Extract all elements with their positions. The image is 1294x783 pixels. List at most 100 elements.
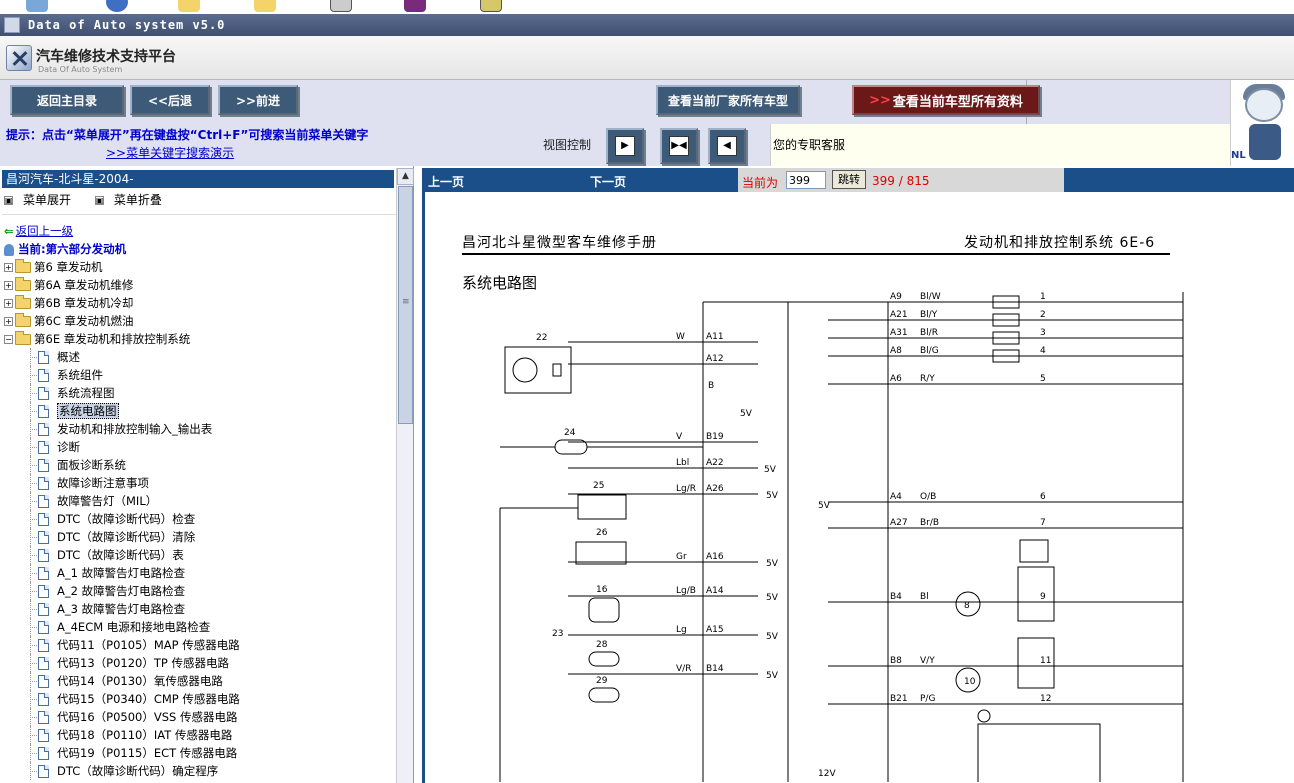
minus-icon[interactable]: − xyxy=(4,335,13,344)
menu-item[interactable]: 代码19（P0115）ECT 传感器电路 xyxy=(4,744,396,762)
menu-item[interactable]: 代码18（P0110）IAT 传感器电路 xyxy=(4,726,396,744)
calculator-icon[interactable] xyxy=(480,0,502,12)
chapter-label[interactable]: 第6A 章发动机维修 xyxy=(34,278,133,292)
component-number: 5 xyxy=(1040,374,1046,384)
back-up-link[interactable]: 返回上一级 xyxy=(16,224,74,238)
menu-item-label[interactable]: A_2 故障警告灯电路检查 xyxy=(57,584,185,598)
menu-item[interactable]: 面板诊断系统 xyxy=(4,456,396,474)
plus-icon[interactable]: + xyxy=(4,281,13,290)
menu-item[interactable]: 代码13（P0120）TP 传感器电路 xyxy=(4,654,396,672)
document-icon xyxy=(38,531,49,544)
menu-item-label[interactable]: A_1 故障警告灯电路检查 xyxy=(57,566,185,580)
chapter-row[interactable]: + 第6A 章发动机维修 xyxy=(4,276,396,294)
chapter-label[interactable]: 第6C 章发动机燃油 xyxy=(34,314,134,328)
chapter-label[interactable]: 第6B 章发动机冷却 xyxy=(34,296,133,310)
back-up-row[interactable]: ⇐ 返回上一级 xyxy=(4,222,396,240)
menu-item-label[interactable]: 代码14（P0130）氧传感器电路 xyxy=(57,674,223,688)
chapter-row[interactable]: − 第6E 章发动机和排放控制系统 xyxy=(4,330,396,348)
menu-item-label[interactable]: DTC（故障诊断代码）表 xyxy=(57,548,184,562)
forward-button[interactable]: >>前进 xyxy=(218,85,298,115)
chapter-row[interactable]: + 第6C 章发动机燃油 xyxy=(4,312,396,330)
all-docs-button[interactable]: >> 查看当前车型所有资料 xyxy=(852,85,1040,115)
menu-item-label[interactable]: A_4ECM 电源和接地电路检查 xyxy=(57,620,210,634)
menu-item-label[interactable]: 代码18（P0110）IAT 传感器电路 xyxy=(57,728,232,742)
menu-item-label[interactable]: 故障诊断注意事项 xyxy=(57,476,149,490)
menu-item[interactable]: DTC（故障诊断代码）确定程序 xyxy=(4,762,396,780)
plus-icon[interactable]: + xyxy=(4,263,13,272)
menu-collapse-label: 菜单折叠 xyxy=(113,193,162,207)
menu-item[interactable]: 系统流程图 xyxy=(4,384,396,402)
expand-icon: ▣ xyxy=(4,196,13,205)
menu-item[interactable]: 系统组件 xyxy=(4,366,396,384)
lightning-icon[interactable] xyxy=(106,0,128,12)
menu-item-label[interactable]: 代码19（P0115）ECT 传感器电路 xyxy=(57,746,237,760)
menu-expand-button[interactable]: ▣ 菜单展开 xyxy=(4,193,81,207)
menu-item-label[interactable]: 系统电路图 xyxy=(57,403,119,419)
menu-item-label[interactable]: 诊断 xyxy=(57,440,80,454)
menu-item-label[interactable]: 代码11（P0105）MAP 传感器电路 xyxy=(57,638,240,652)
menu-item[interactable]: 系统电路图 xyxy=(4,402,396,420)
pin-label: A6 xyxy=(890,374,902,384)
prev-page-link[interactable]: 上一页 xyxy=(428,173,464,190)
menu-item[interactable]: A_1 故障警告灯电路检查 xyxy=(4,564,396,582)
jump-button[interactable]: 跳转 xyxy=(832,170,866,189)
menu-item-label[interactable]: 系统组件 xyxy=(57,368,103,382)
menu-item-label[interactable]: 发动机和排放控制输入_输出表 xyxy=(57,422,212,436)
menu-item-label[interactable]: 系统流程图 xyxy=(57,386,115,400)
menu-item-label[interactable]: 代码13（P0120）TP 传感器电路 xyxy=(57,656,229,670)
menu-item[interactable]: 代码15（P0340）CMP 传感器电路 xyxy=(4,690,396,708)
menu-item-label[interactable]: DTC（故障诊断代码）检查 xyxy=(57,512,195,526)
plus-icon[interactable]: + xyxy=(4,317,13,326)
page-number-input[interactable] xyxy=(786,171,826,189)
plus-icon[interactable]: + xyxy=(4,299,13,308)
menu-item[interactable]: 故障诊断注意事项 xyxy=(4,474,396,492)
menu-item[interactable]: 诊断 xyxy=(4,438,396,456)
chapter-row[interactable]: + 第6B 章发动机冷却 xyxy=(4,294,396,312)
tree-line xyxy=(30,483,37,484)
menu-item[interactable]: 代码16（P0500）VSS 传感器电路 xyxy=(4,708,396,726)
menu-item-label[interactable]: A_3 故障警告灯电路检查 xyxy=(57,602,185,616)
tree-line xyxy=(30,501,37,502)
pin-label: A8 xyxy=(890,346,902,356)
menu-item-label[interactable]: 故障警告灯（MIL） xyxy=(57,494,157,508)
chapter-label[interactable]: 第6 章发动机 xyxy=(34,260,102,274)
menu-item-label[interactable]: DTC（故障诊断代码）清除 xyxy=(57,530,195,544)
chapter-row[interactable]: + 第6 章发动机 xyxy=(4,258,396,276)
search-demo-link[interactable]: >>菜单关键字搜索演示 xyxy=(106,144,234,161)
menu-scrollbar[interactable]: ▲ xyxy=(396,168,414,783)
menu-item[interactable]: 发动机和排放控制输入_输出表 xyxy=(4,420,396,438)
view-split-button[interactable]: ▶◀ xyxy=(660,128,698,164)
books-icon[interactable] xyxy=(404,0,426,12)
menu-item[interactable]: DTC（故障诊断代码）清除 xyxy=(4,528,396,546)
scroll-up-icon[interactable]: ▲ xyxy=(397,168,414,185)
home-button[interactable]: 返回主目录 xyxy=(10,85,124,115)
page-navbar: 上一页 下一页 当前为 跳转 399 / 815 xyxy=(422,168,1294,192)
folder-icon[interactable] xyxy=(178,0,200,12)
menu-item[interactable]: DTC（故障诊断代码）表 xyxy=(4,546,396,564)
chapter-label[interactable]: 第6E 章发动机和排放控制系统 xyxy=(34,332,190,346)
view-expand-left-button[interactable]: ◀ xyxy=(708,128,746,164)
menu-collapse-button[interactable]: ▣ 菜单折叠 xyxy=(94,193,172,207)
globe-icon[interactable] xyxy=(26,0,48,12)
menu-item-label[interactable]: DTC（故障诊断代码）确定程序 xyxy=(57,764,218,778)
menu-item[interactable]: 代码11（P0105）MAP 传感器电路 xyxy=(4,636,396,654)
menu-item[interactable]: A_4ECM 电源和接地电路检查 xyxy=(4,618,396,636)
menu-item[interactable]: A_3 故障警告灯电路检查 xyxy=(4,600,396,618)
menu-item[interactable]: DTC（故障诊断代码）检查 xyxy=(4,510,396,528)
menu-item-label[interactable]: 代码16（P0500）VSS 传感器电路 xyxy=(57,710,237,724)
menu-item[interactable]: A_2 故障警告灯电路检查 xyxy=(4,582,396,600)
folder-icon[interactable] xyxy=(254,0,276,12)
menu-item-label[interactable]: 代码15（P0340）CMP 传感器电路 xyxy=(57,692,240,706)
view-expand-right-button[interactable]: ▶ xyxy=(606,128,644,164)
all-models-button[interactable]: 查看当前厂家所有车型 xyxy=(656,85,800,115)
back-button[interactable]: <<后退 xyxy=(130,85,210,115)
menu-item[interactable]: 代码14（P0130）氧传感器电路 xyxy=(4,672,396,690)
menu-item-label[interactable]: 概述 xyxy=(57,350,80,364)
menu-item-label[interactable]: 面板诊断系统 xyxy=(57,458,126,472)
brand-subtitle: Data Of Auto System xyxy=(38,65,123,74)
printer-icon[interactable] xyxy=(330,0,352,12)
next-page-link[interactable]: 下一页 xyxy=(590,173,626,190)
menu-item[interactable]: 概述 xyxy=(4,348,396,366)
scroll-thumb[interactable] xyxy=(398,186,413,424)
menu-item[interactable]: 故障警告灯（MIL） xyxy=(4,492,396,510)
